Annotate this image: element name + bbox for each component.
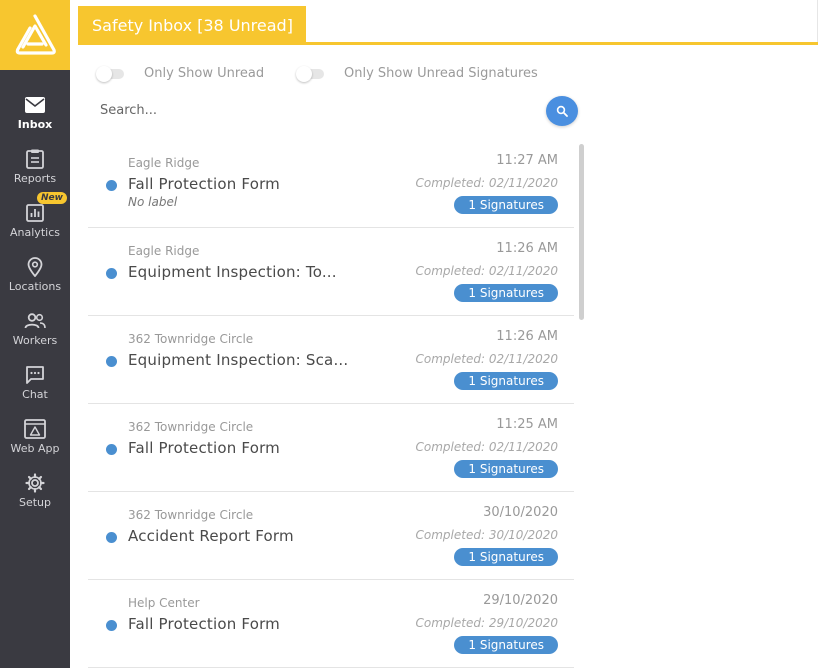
- item-time: 30/10/2020: [483, 505, 558, 520]
- sidebar-item-label: Inbox: [17, 118, 53, 131]
- clipboard-icon: [24, 148, 46, 170]
- item-completed-date: Completed: 02/11/2020: [415, 440, 558, 454]
- unread-dot: [106, 180, 117, 191]
- list-item[interactable]: Eagle Ridge Equipment Inspection: To... …: [88, 228, 574, 316]
- sidebar-item-label: Web App: [10, 442, 60, 455]
- only-unread-signatures-label: Only Show Unread Signatures: [344, 66, 538, 81]
- only-unread-toggle[interactable]: Only Show Unread: [96, 65, 265, 82]
- item-location: 362 Townridge Circle: [128, 508, 254, 522]
- list-item[interactable]: 362 Townridge Circle Accident Report For…: [88, 492, 574, 580]
- sidebar: Inbox Reports Analytics New Locations Wo…: [0, 0, 70, 668]
- toggle-track: [96, 65, 124, 82]
- item-location: 362 Townridge Circle: [128, 332, 254, 346]
- mail-icon: [24, 94, 46, 116]
- item-title: Fall Protection Form: [128, 615, 280, 633]
- signatures-badge: 1 Signatures: [454, 548, 558, 566]
- item-title: Fall Protection Form: [128, 439, 280, 457]
- sidebar-item-locations[interactable]: Locations: [0, 250, 70, 304]
- sidebar-item-inbox[interactable]: Inbox: [0, 88, 70, 142]
- signatures-badge: 1 Signatures: [454, 284, 558, 302]
- item-completed-date: Completed: 02/11/2020: [415, 352, 558, 366]
- item-time: 11:26 AM: [496, 329, 558, 344]
- toggle-track: [296, 65, 324, 82]
- toggle-knob: [296, 65, 312, 82]
- item-completed-date: Completed: 02/11/2020: [415, 264, 558, 278]
- sidebar-item-reports[interactable]: Reports: [0, 142, 70, 196]
- sidebar-item-label: Analytics: [10, 226, 60, 239]
- list-item[interactable]: 362 Townridge Circle Equipment Inspectio…: [88, 316, 574, 404]
- item-label: No label: [128, 195, 178, 209]
- unread-dot: [106, 444, 117, 455]
- web-app-icon: [24, 418, 46, 440]
- item-title: Equipment Inspection: Sca...: [128, 351, 349, 369]
- map-pin-icon: [24, 256, 46, 278]
- bar-chart-icon: [24, 202, 46, 224]
- search-icon: [556, 105, 568, 117]
- sidebar-item-label: Setup: [18, 496, 52, 509]
- inbox-list: Eagle Ridge Fall Protection Form No labe…: [88, 140, 574, 668]
- unread-dot: [106, 356, 117, 367]
- unread-dot: [106, 620, 117, 631]
- page-title: Safety Inbox [38 Unread]: [78, 6, 306, 44]
- list-item[interactable]: 362 Townridge Circle Fall Protection For…: [88, 404, 574, 492]
- people-icon: [24, 310, 46, 332]
- new-badge: New: [37, 192, 67, 204]
- sidebar-item-label: Locations: [8, 280, 62, 293]
- list-scrollbar[interactable]: [579, 144, 584, 320]
- item-completed-date: Completed: 30/10/2020: [415, 528, 558, 542]
- sidebar-item-chat[interactable]: Chat: [0, 358, 70, 412]
- item-location: Eagle Ridge: [128, 244, 200, 258]
- unread-dot: [106, 268, 117, 279]
- header-divider: [78, 42, 818, 45]
- sidebar-item-label: Chat: [22, 388, 48, 401]
- unread-dot: [106, 532, 117, 543]
- list-item[interactable]: Eagle Ridge Fall Protection Form No labe…: [88, 140, 574, 228]
- signatures-badge: 1 Signatures: [454, 196, 558, 214]
- gear-icon: [24, 472, 46, 494]
- signatures-badge: 1 Signatures: [454, 636, 558, 654]
- signatures-badge: 1 Signatures: [454, 372, 558, 390]
- chat-icon: [24, 364, 46, 386]
- triangle-logo-icon: [15, 14, 56, 55]
- item-title: Accident Report Form: [128, 527, 294, 545]
- only-unread-label: Only Show Unread: [144, 66, 265, 81]
- search-button[interactable]: [546, 96, 578, 126]
- sidebar-item-analytics[interactable]: Analytics New: [0, 192, 70, 250]
- item-location: Eagle Ridge: [128, 156, 200, 170]
- signatures-badge: 1 Signatures: [454, 460, 558, 478]
- item-time: 11:26 AM: [496, 241, 558, 256]
- item-completed-date: Completed: 02/11/2020: [415, 176, 558, 190]
- sidebar-item-label: Workers: [12, 334, 58, 347]
- brand-logo[interactable]: [0, 0, 70, 70]
- item-title: Fall Protection Form: [128, 175, 280, 193]
- sidebar-item-label: Reports: [13, 172, 57, 185]
- app-root: Inbox Reports Analytics New Locations Wo…: [0, 0, 818, 668]
- list-item[interactable]: Help Center Fall Protection Form 29/10/2…: [88, 580, 574, 668]
- sidebar-item-workers[interactable]: Workers: [0, 304, 70, 358]
- item-location: Help Center: [128, 596, 200, 610]
- item-time: 29/10/2020: [483, 593, 558, 608]
- only-unread-signatures-toggle[interactable]: Only Show Unread Signatures: [296, 65, 538, 82]
- item-time: 11:25 AM: [496, 417, 558, 432]
- toggle-knob: [96, 65, 112, 82]
- item-title: Equipment Inspection: To...: [128, 263, 337, 281]
- sidebar-item-setup[interactable]: Setup: [0, 466, 70, 520]
- item-completed-date: Completed: 29/10/2020: [415, 616, 558, 630]
- sidebar-item-web-app[interactable]: Web App: [0, 412, 70, 466]
- item-time: 11:27 AM: [496, 153, 558, 168]
- search-input[interactable]: [100, 98, 530, 122]
- item-location: 362 Townridge Circle: [128, 420, 254, 434]
